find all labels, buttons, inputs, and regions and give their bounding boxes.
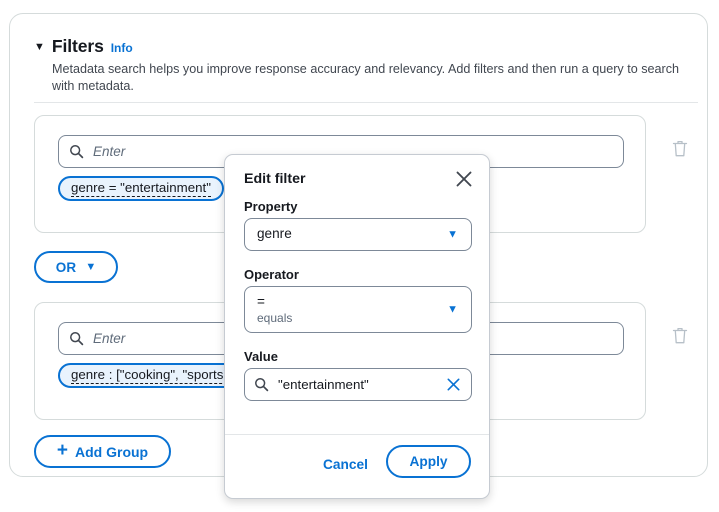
- or-operator-button[interactable]: OR ▼: [34, 251, 118, 283]
- caret-down-icon[interactable]: ▼: [34, 42, 45, 53]
- edit-filter-popup: Edit filter Property genre ▼ Operator = …: [224, 154, 490, 499]
- property-select[interactable]: genre ▼: [244, 218, 472, 251]
- operator-select-value: =: [257, 294, 437, 309]
- value-label: Value: [244, 349, 278, 364]
- filters-panel-screen: ▼ Filters Info Metadata search helps you…: [0, 0, 719, 512]
- edit-filter-title: Edit filter: [244, 171, 305, 187]
- filter-token-label-2: genre : ["cooking", "sports"]: [71, 368, 232, 384]
- popup-footer-divider: [225, 434, 489, 435]
- or-operator-label: OR: [56, 260, 77, 275]
- apply-button-label: Apply: [409, 454, 447, 469]
- delete-group-2-icon[interactable]: [671, 325, 689, 345]
- filter-token-2[interactable]: genre : ["cooking", "sports"]: [58, 363, 245, 388]
- operator-label: Operator: [244, 267, 299, 282]
- value-input[interactable]: "entertainment": [244, 368, 472, 401]
- filter-token-label-1: genre = "entertainment": [71, 181, 211, 197]
- value-input-text: "entertainment": [278, 377, 445, 392]
- operator-select[interactable]: = equals ▼: [244, 286, 472, 333]
- property-label: Property: [244, 199, 297, 214]
- close-icon[interactable]: [453, 168, 475, 190]
- filter-token-row-1: genre = "entertainment": [58, 176, 247, 201]
- cancel-button[interactable]: Cancel: [315, 451, 376, 478]
- search-icon: [254, 377, 269, 392]
- header-divider: [34, 102, 698, 103]
- search-icon: [69, 144, 84, 159]
- filters-header-line: ▼ Filters Info: [34, 36, 687, 57]
- apply-button[interactable]: Apply: [386, 445, 471, 478]
- search-input-placeholder-1: Enter: [93, 144, 125, 159]
- chevron-down-icon: ▼: [447, 229, 458, 240]
- operator-select-subvalue: equals: [257, 311, 437, 325]
- chevron-down-icon: ▼: [447, 304, 458, 315]
- delete-group-1-icon[interactable]: [671, 138, 689, 158]
- filters-description: Metadata search helps you improve respon…: [52, 61, 687, 95]
- clear-x-icon[interactable]: [445, 376, 462, 393]
- page-title: Filters: [52, 36, 104, 57]
- info-link[interactable]: Info: [111, 41, 133, 55]
- search-icon: [69, 331, 84, 346]
- add-group-label: Add Group: [75, 444, 148, 460]
- search-input-placeholder-2: Enter: [93, 331, 125, 346]
- property-select-value: genre: [257, 226, 437, 241]
- plus-icon: +: [57, 441, 68, 460]
- caret-down-icon: ▼: [85, 262, 96, 273]
- add-group-button[interactable]: + Add Group: [34, 435, 171, 468]
- filter-token-1[interactable]: genre = "entertainment": [58, 176, 224, 201]
- filters-header: ▼ Filters Info Metadata search helps you…: [34, 36, 687, 95]
